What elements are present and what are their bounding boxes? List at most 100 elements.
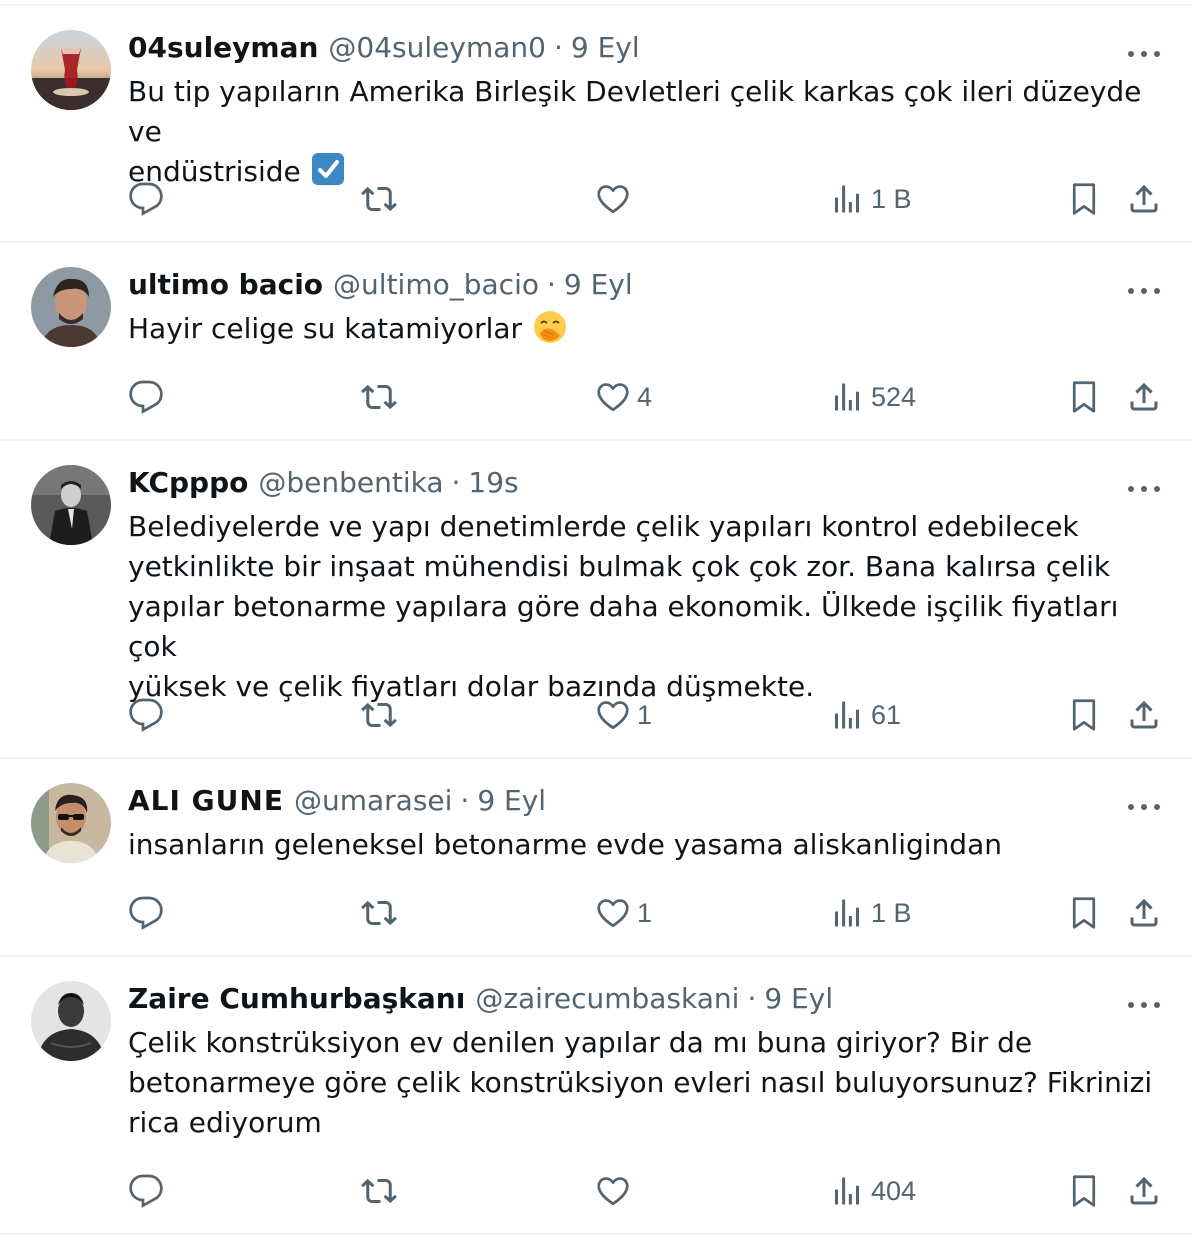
display-name[interactable]: KCpppo	[128, 463, 248, 503]
retweet-icon	[361, 1178, 397, 1204]
bw-portrait-avatar-image	[31, 465, 111, 545]
display-name[interactable]: 04suleyman	[128, 28, 318, 68]
retweet-button[interactable]	[361, 179, 403, 219]
reply-icon	[129, 1174, 163, 1208]
heart-icon	[597, 1177, 629, 1206]
display-name[interactable]: Zaire Cumhurbaşkanı	[128, 979, 465, 1019]
like-button[interactable]	[595, 179, 637, 219]
share-upload-icon	[1130, 184, 1158, 213]
display-name[interactable]: ALI GUNE	[128, 781, 284, 821]
share-button[interactable]	[1126, 893, 1162, 933]
bookmark-icon	[1072, 897, 1096, 929]
user-handle[interactable]: @ultimo_bacio	[333, 265, 539, 305]
more-options-button[interactable]	[1124, 985, 1164, 1025]
tweet[interactable]: ALI GUNE @umarasei · 9 Eyl insanların ge…	[0, 759, 1192, 957]
share-button[interactable]	[1126, 695, 1162, 735]
share-button[interactable]	[1126, 1171, 1162, 1211]
action-bar: 4 524	[0, 377, 1192, 417]
like-count: 1	[637, 699, 653, 730]
views-button[interactable]: 1 B	[829, 179, 912, 219]
more-options-button[interactable]	[1124, 469, 1164, 509]
timestamp[interactable]: 9 Eyl	[571, 28, 640, 68]
avatar[interactable]	[31, 783, 111, 863]
views-button[interactable]: 1 B	[829, 893, 912, 933]
action-bar: 1 61	[0, 695, 1192, 735]
user-handle[interactable]: @benbentika	[258, 463, 443, 503]
like-button[interactable]: 1	[595, 893, 652, 933]
reply-icon	[129, 380, 163, 414]
like-button[interactable]	[595, 1171, 637, 1211]
bookmark-button[interactable]	[1066, 695, 1102, 735]
reply-button[interactable]	[128, 377, 170, 417]
retweet-button[interactable]	[361, 893, 403, 933]
bookmark-button[interactable]	[1066, 377, 1102, 417]
view-count: 1 B	[871, 897, 912, 928]
views-button[interactable]: 404	[829, 1171, 916, 1211]
tweet-header: KCpppo @benbentika · 19s	[128, 463, 1112, 503]
avatar[interactable]	[31, 981, 111, 1061]
timestamp[interactable]: 19s	[468, 463, 518, 503]
tweet[interactable]: ultimo bacio @ultimo_bacio · 9 Eyl Hayir…	[0, 243, 1192, 441]
timestamp[interactable]: 9 Eyl	[477, 781, 546, 821]
views-button[interactable]: 524	[829, 377, 916, 417]
more-dots-icon	[1128, 804, 1160, 810]
reply-button[interactable]	[128, 893, 170, 933]
user-handle[interactable]: @04suleyman0	[328, 28, 546, 68]
more-options-button[interactable]	[1124, 271, 1164, 311]
retweet-button[interactable]	[361, 377, 403, 417]
heart-icon	[597, 185, 629, 214]
tweet-text: Belediyelerde ve yapı denetimlerde çelik…	[128, 507, 1158, 707]
tweet-header: 04suleyman @04suleyman0 · 9 Eyl	[128, 28, 1112, 68]
share-upload-icon	[1130, 1176, 1158, 1205]
bookmark-button[interactable]	[1066, 1171, 1102, 1211]
reply-button[interactable]	[128, 179, 170, 219]
avatar[interactable]	[31, 465, 111, 545]
timestamp[interactable]: 9 Eyl	[564, 265, 633, 305]
like-button[interactable]: 4	[595, 377, 652, 417]
views-chart-icon	[835, 383, 859, 411]
bookmark-button[interactable]	[1066, 893, 1102, 933]
user-handle[interactable]: @umarasei	[294, 781, 452, 821]
display-name[interactable]: ultimo bacio	[128, 265, 323, 305]
tweet-text: Çelik konstrüksiyon ev denilen yapılar d…	[128, 1023, 1158, 1143]
tweet[interactable]: 04suleyman @04suleyman0 · 9 Eyl Bu tip y…	[0, 6, 1192, 243]
tweet-header: ultimo bacio @ultimo_bacio · 9 Eyl	[128, 265, 1112, 305]
view-count: 61	[871, 699, 902, 730]
views-chart-icon	[835, 1177, 859, 1205]
avatar[interactable]	[31, 30, 111, 110]
bookmark-button[interactable]	[1066, 179, 1102, 219]
retweet-button[interactable]	[361, 1171, 403, 1211]
share-upload-icon	[1130, 382, 1158, 411]
bookmark-icon	[1072, 381, 1096, 413]
views-chart-icon	[835, 899, 859, 927]
like-button[interactable]: 1	[595, 695, 652, 735]
action-bar: 1 B	[0, 179, 1192, 219]
separator-dot: ·	[747, 982, 757, 1015]
timestamp[interactable]: 9 Eyl	[764, 979, 833, 1019]
face-with-hand-over-mouth-emoji	[534, 311, 567, 343]
avatar[interactable]	[31, 267, 111, 347]
text-line: yapılar betonarme yapılara göre daha eko…	[128, 590, 1119, 663]
bookmark-icon	[1072, 1175, 1096, 1207]
reply-button[interactable]	[128, 695, 170, 735]
tweet[interactable]: Zaire Cumhurbaşkanı @zairecumbaskani · 9…	[0, 957, 1192, 1235]
tweet-text: Hayir celige su katamiyorlar	[128, 309, 1158, 349]
share-button[interactable]	[1126, 377, 1162, 417]
reply-feed: 04suleyman @04suleyman0 · 9 Eyl Bu tip y…	[0, 0, 1192, 1240]
text-line: insanların geleneksel betonarme evde yas…	[128, 828, 1002, 861]
action-bar: 1 1 B	[0, 893, 1192, 933]
tweet[interactable]: KCpppo @benbentika · 19s Belediyelerde v…	[0, 441, 1192, 759]
more-options-button[interactable]	[1124, 787, 1164, 827]
reply-icon	[129, 896, 163, 930]
views-button[interactable]: 61	[829, 695, 901, 735]
more-dots-icon	[1128, 288, 1160, 294]
heart-icon	[597, 701, 629, 730]
retweet-icon	[361, 702, 397, 728]
more-options-button[interactable]	[1124, 34, 1164, 74]
view-count: 524	[871, 381, 917, 412]
reply-button[interactable]	[128, 1171, 170, 1211]
retweet-button[interactable]	[361, 695, 403, 735]
user-handle[interactable]: @zairecumbaskani	[475, 979, 739, 1019]
tweet-text: Bu tip yapıların Amerika Birleşik Devlet…	[128, 72, 1158, 192]
share-button[interactable]	[1126, 179, 1162, 219]
